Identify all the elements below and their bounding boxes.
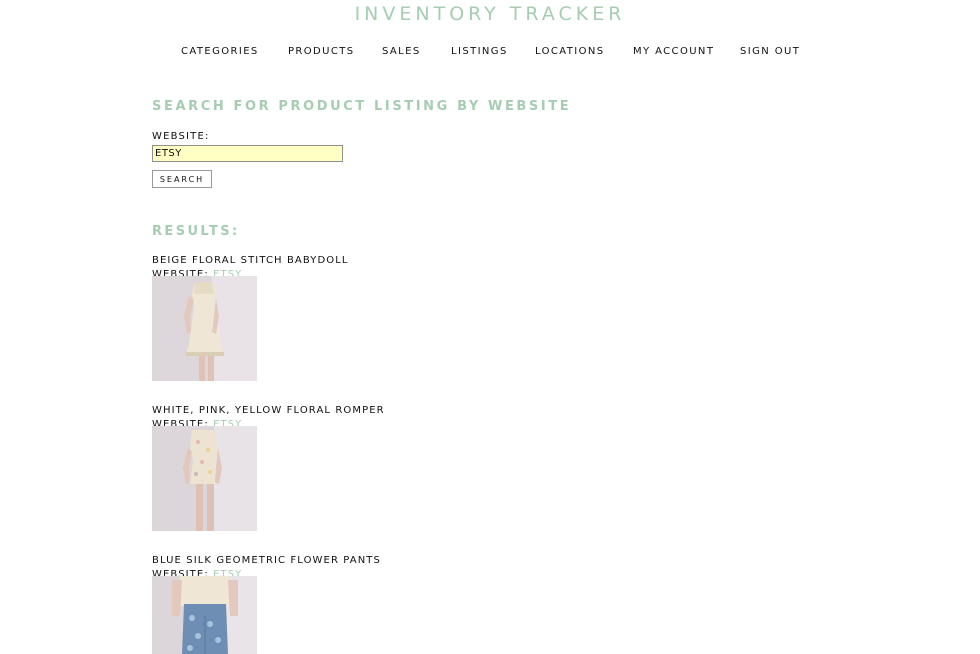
pants-photo-icon[interactable] [152, 576, 257, 654]
result-title[interactable]: BLUE SILK GEOMETRIC FLOWER PANTS [152, 555, 381, 566]
main-nav: CATEGORIES PRODUCTS SALES LISTINGS LOCAT… [0, 46, 980, 60]
nav-locations[interactable]: LOCATIONS [535, 46, 605, 57]
search-button[interactable]: SEARCH [152, 170, 212, 188]
nav-sales[interactable]: SALES [382, 46, 421, 57]
nav-listings[interactable]: LISTINGS [451, 46, 508, 57]
nav-sign-out[interactable]: SIGN OUT [740, 46, 800, 57]
nav-products[interactable]: PRODUCTS [288, 46, 355, 57]
nav-my-account[interactable]: MY ACCOUNT [633, 46, 714, 57]
search-heading: SEARCH FOR PRODUCT LISTING BY WEBSITE [152, 99, 572, 114]
results-heading: RESULTS: [152, 224, 240, 239]
result-title[interactable]: WHITE, PINK, YELLOW FLORAL ROMPER [152, 405, 385, 416]
result-title[interactable]: BEIGE FLORAL STITCH BABYDOLL [152, 255, 349, 266]
site-title: INVENTORY TRACKER [354, 3, 626, 25]
website-input[interactable] [152, 145, 343, 162]
nav-categories[interactable]: CATEGORIES [181, 46, 259, 57]
website-label: WEBSITE: [152, 131, 210, 142]
romper-photo-icon[interactable] [152, 426, 257, 531]
dress-photo-icon[interactable] [152, 276, 257, 381]
